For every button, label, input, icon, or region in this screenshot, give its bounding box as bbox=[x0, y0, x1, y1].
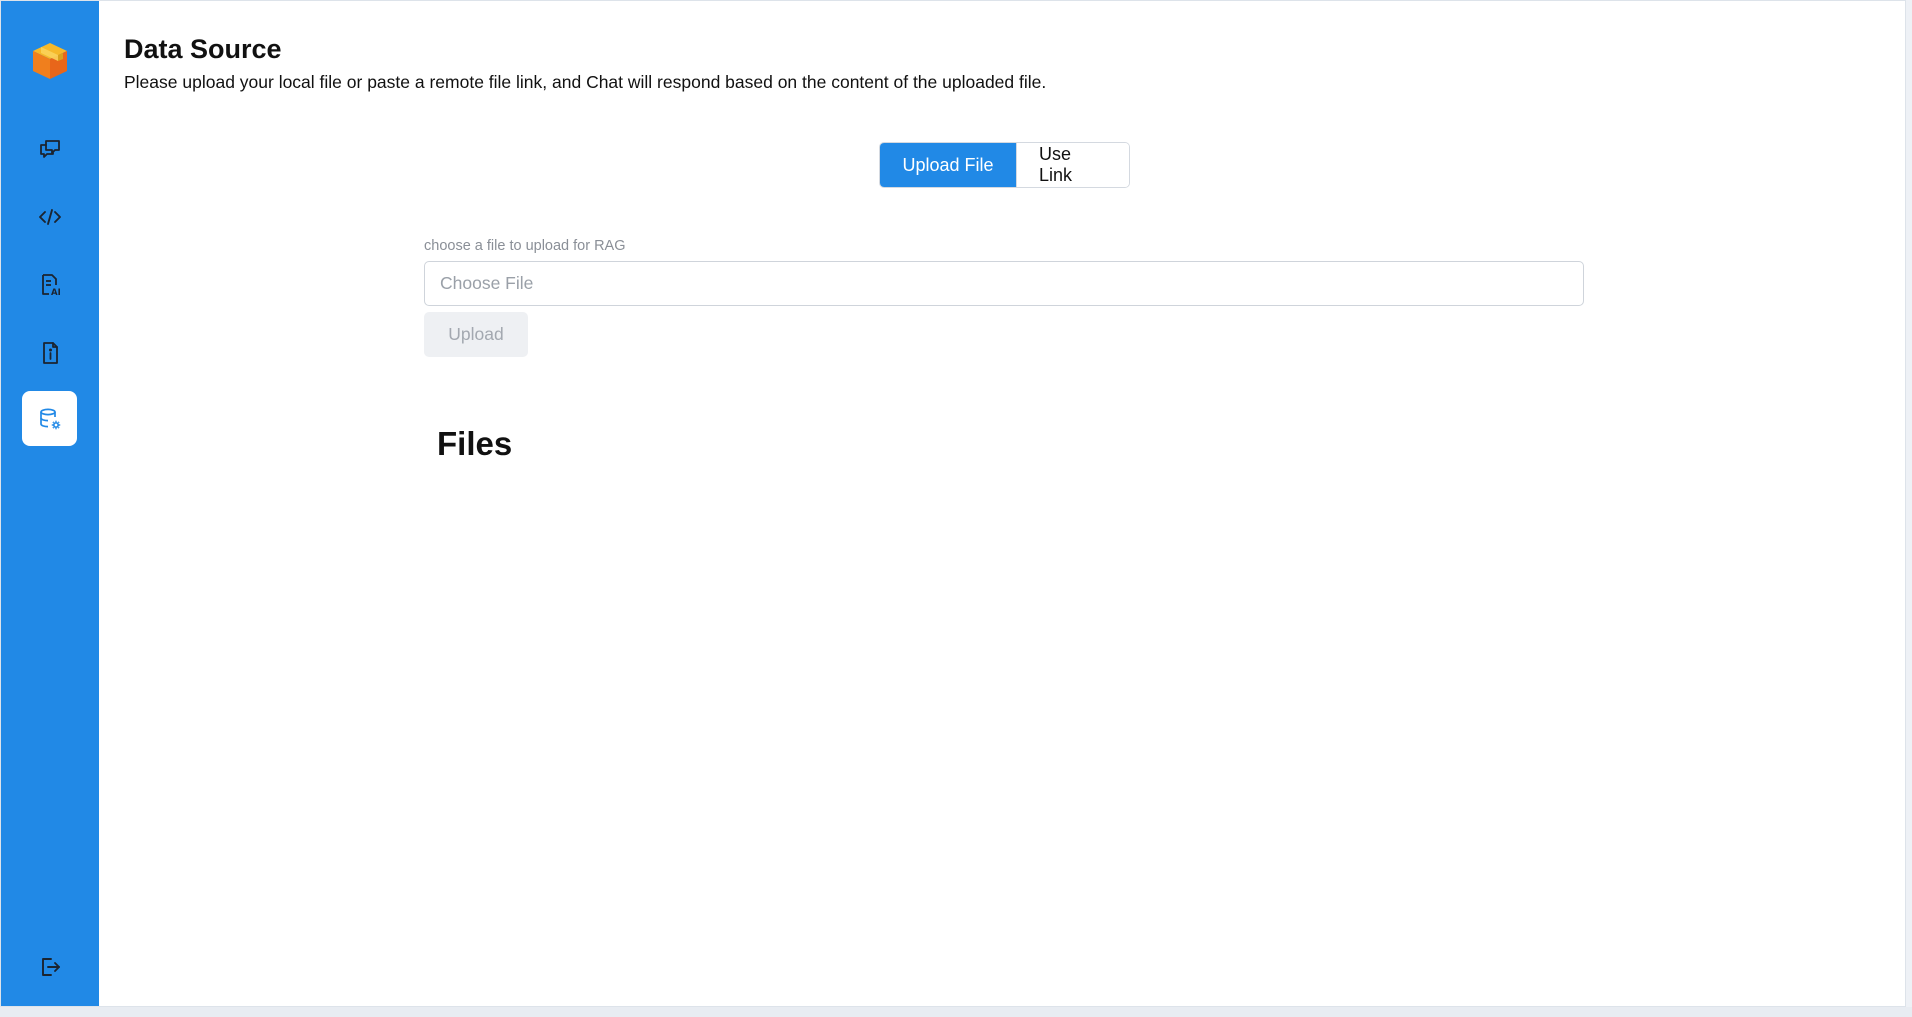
tab-upload-file[interactable]: Upload File bbox=[880, 143, 1016, 187]
database-settings-icon bbox=[39, 408, 60, 429]
file-chooser-input[interactable]: Choose File bbox=[424, 261, 1584, 306]
page-description: Please upload your local file or paste a… bbox=[124, 72, 1047, 92]
page-title: Data Source bbox=[124, 34, 282, 64]
mode-toggle: Upload File Use Link bbox=[879, 142, 1130, 188]
sidebar-item-ai-document[interactable]: AI bbox=[22, 257, 77, 312]
cube-logo-icon bbox=[33, 43, 67, 79]
files-heading: Files bbox=[437, 425, 513, 462]
sidebar-item-chat[interactable] bbox=[22, 121, 77, 176]
code-icon bbox=[38, 208, 61, 225]
file-upload-label: choose a file to upload for RAG bbox=[424, 238, 626, 254]
app-window: AI Data Source Please upload your local … bbox=[0, 0, 1906, 1007]
app-logo[interactable] bbox=[29, 40, 71, 82]
document-info-icon bbox=[42, 341, 58, 364]
ai-document-icon: AI bbox=[41, 273, 61, 298]
main-content: Data Source Please upload your local fil… bbox=[99, 1, 1905, 1006]
chat-bubbles-icon bbox=[39, 139, 60, 158]
window-bottom-strip bbox=[0, 1007, 1912, 1017]
svg-text:AI: AI bbox=[51, 288, 61, 298]
sidebar-item-code[interactable] bbox=[22, 189, 77, 244]
sidebar-item-document-info[interactable] bbox=[22, 325, 77, 380]
tab-use-link[interactable]: Use Link bbox=[1016, 143, 1129, 187]
file-chooser-placeholder: Choose File bbox=[440, 273, 534, 293]
sidebar-item-data-source[interactable] bbox=[22, 391, 77, 446]
logout-icon bbox=[41, 957, 60, 976]
upload-button[interactable]: Upload bbox=[424, 312, 528, 357]
sidebar-logout[interactable] bbox=[22, 939, 77, 994]
sidebar: AI bbox=[1, 1, 99, 1006]
